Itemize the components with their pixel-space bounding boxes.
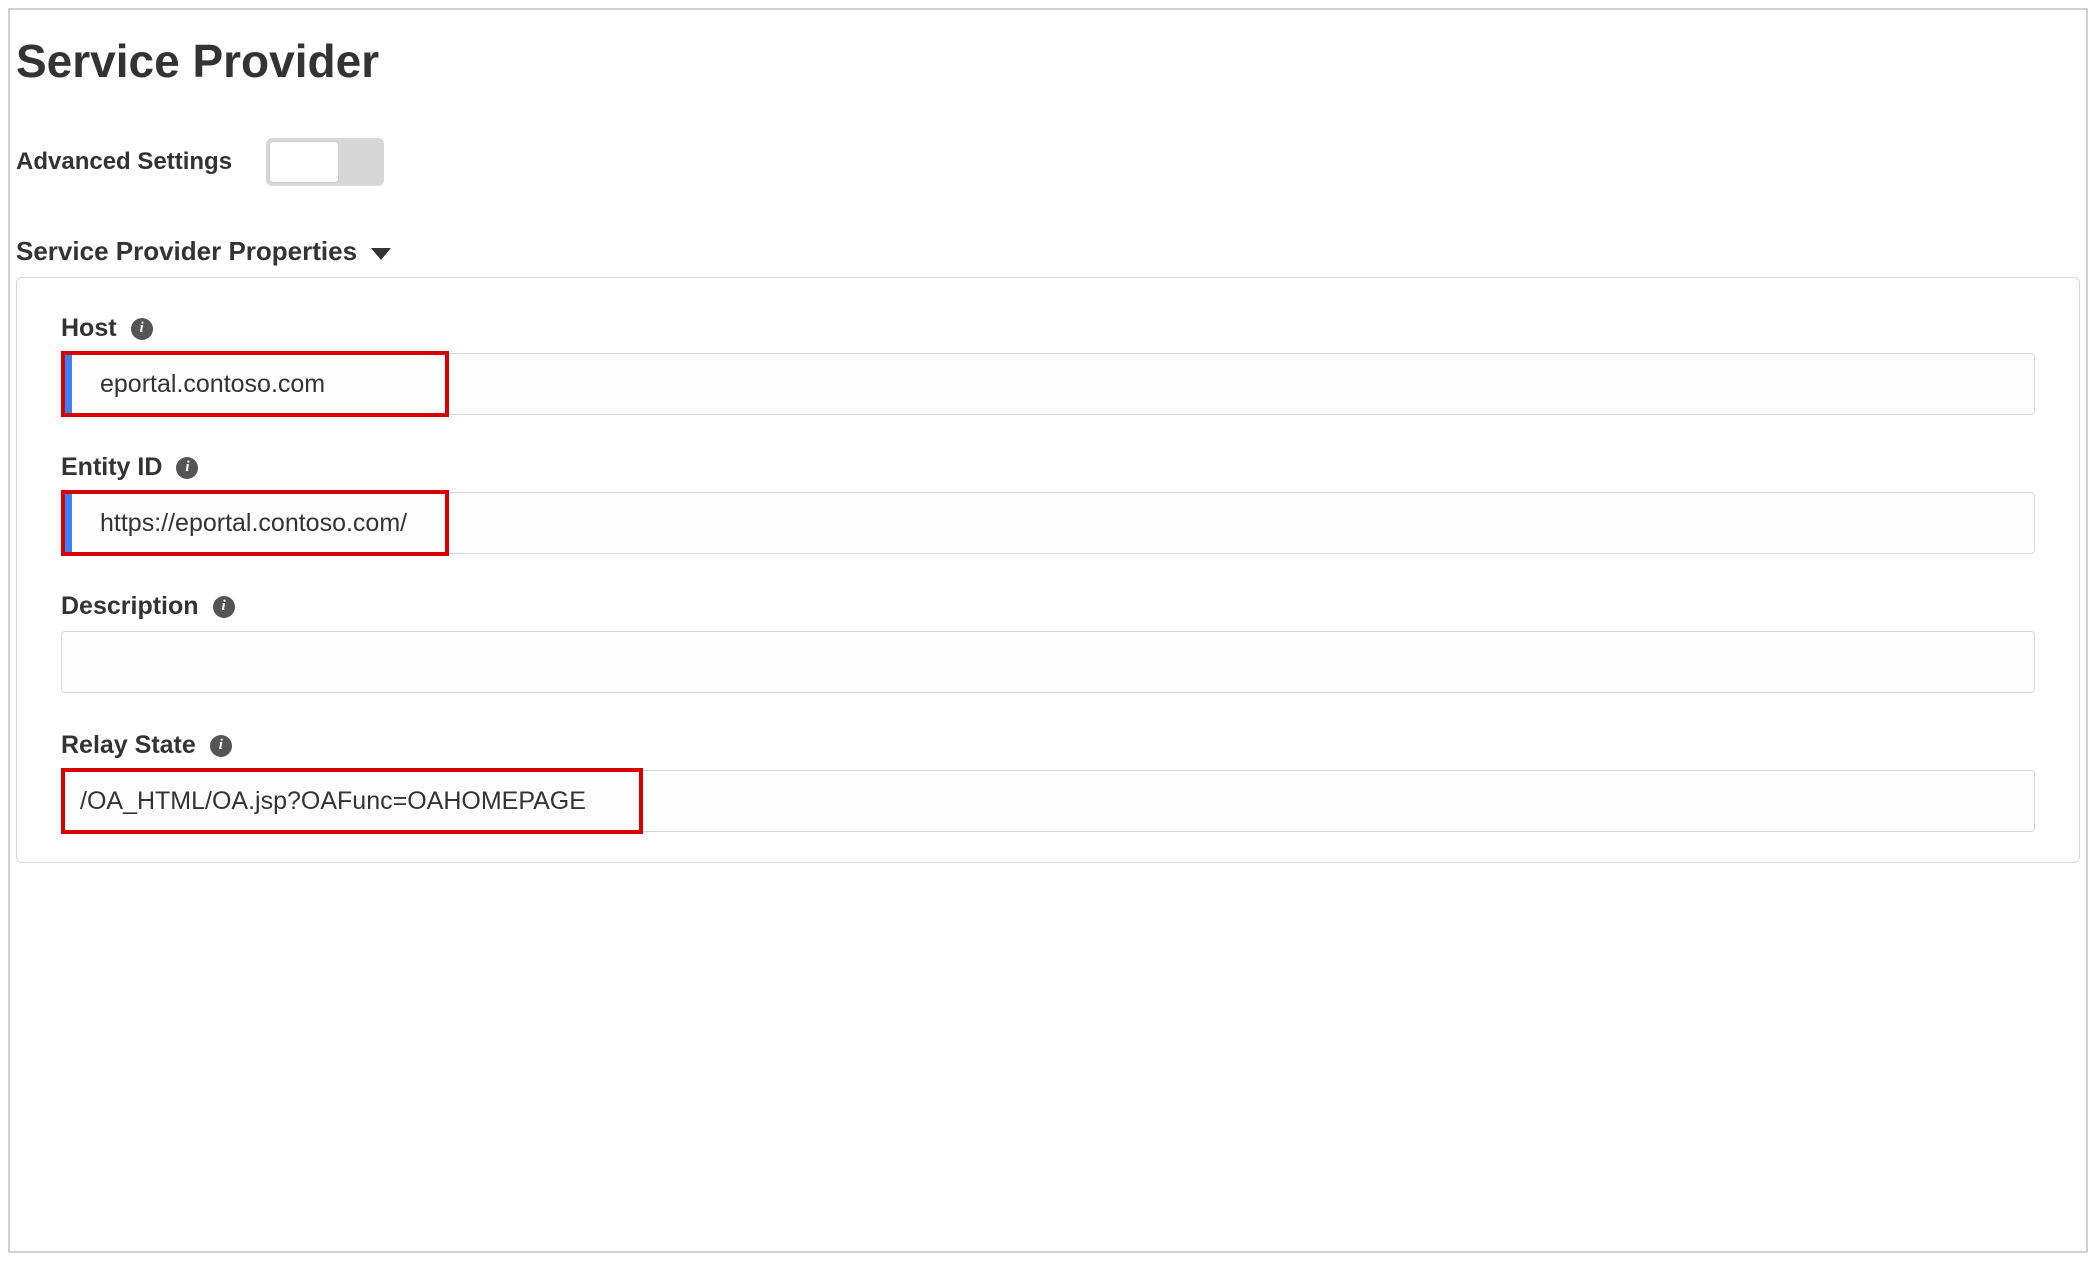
host-label: Host [61, 314, 117, 343]
entity-id-label-row: Entity ID i [61, 453, 2035, 482]
relay-state-label: Relay State [61, 731, 196, 760]
entity-id-input-wrap [61, 492, 2035, 554]
host-field-group: Host i [61, 314, 2035, 415]
relay-state-input-wrap [61, 770, 2035, 832]
advanced-settings-label: Advanced Settings [16, 148, 232, 176]
relay-state-input[interactable] [61, 770, 2035, 832]
info-icon[interactable]: i [210, 735, 232, 757]
page-title: Service Provider [10, 20, 2086, 116]
description-label-row: Description i [61, 592, 2035, 621]
section-header[interactable]: Service Provider Properties [10, 218, 2086, 277]
caret-down-icon [371, 248, 391, 260]
entity-id-field-group: Entity ID i [61, 453, 2035, 554]
description-input[interactable] [61, 631, 2035, 693]
advanced-settings-toggle[interactable] [266, 138, 384, 186]
relay-state-field-group: Relay State i [61, 731, 2035, 832]
properties-panel: Host i Entity ID i Descrip [16, 277, 2080, 863]
info-icon[interactable]: i [131, 318, 153, 340]
entity-id-input[interactable] [61, 492, 2035, 554]
section-header-label: Service Provider Properties [16, 236, 357, 267]
relay-state-label-row: Relay State i [61, 731, 2035, 760]
host-label-row: Host i [61, 314, 2035, 343]
focus-indicator [63, 355, 72, 413]
info-icon[interactable]: i [213, 596, 235, 618]
host-input[interactable] [61, 353, 2035, 415]
page-frame: Service Provider Advanced Settings Servi… [8, 8, 2088, 1253]
description-field-group: Description i [61, 592, 2035, 693]
advanced-settings-row: Advanced Settings [10, 116, 2086, 218]
info-icon[interactable]: i [176, 457, 198, 479]
description-input-wrap [61, 631, 2035, 693]
description-label: Description [61, 592, 199, 621]
focus-indicator [63, 494, 72, 552]
toggle-knob [269, 141, 339, 183]
host-input-wrap [61, 353, 2035, 415]
entity-id-label: Entity ID [61, 453, 162, 482]
